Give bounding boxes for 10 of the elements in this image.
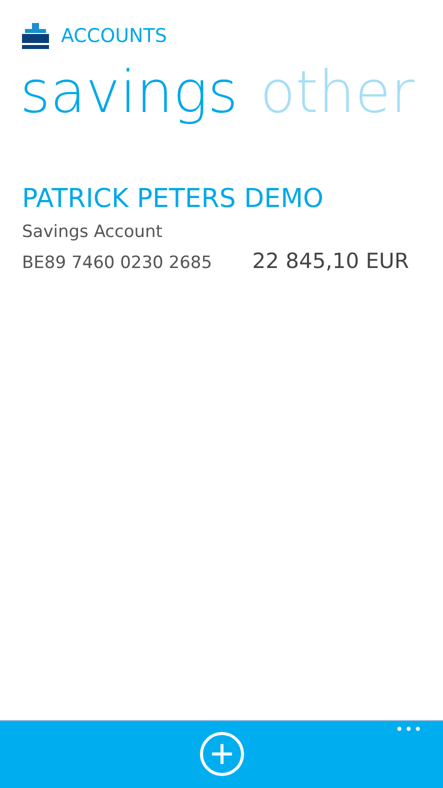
page-title: ACCOUNTS (61, 24, 167, 49)
account-balance: 22 845,10 EUR (252, 248, 409, 275)
account-type: Savings Account (22, 221, 164, 244)
account-number: BE89 7460 0230 2685 (22, 252, 212, 275)
pivot-tab[interactable]: other (260, 63, 414, 121)
bank-logo-icon (22, 22, 49, 50)
account-holder[interactable]: PATRICK PETERS DEMO (22, 180, 421, 218)
add-button[interactable] (200, 732, 244, 776)
more-button[interactable]: ••• (395, 723, 423, 737)
plus-icon (210, 743, 232, 765)
